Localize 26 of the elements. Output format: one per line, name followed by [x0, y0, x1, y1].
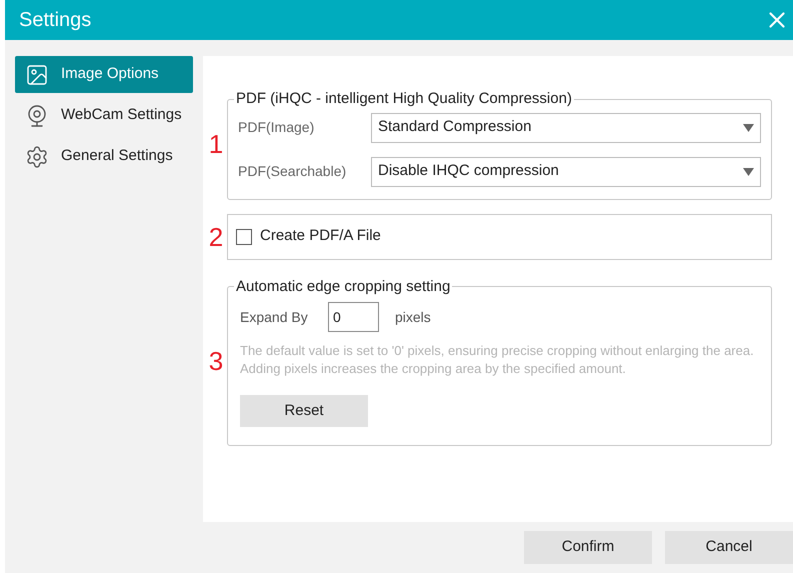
field-label: PDF(Searchable) — [238, 162, 348, 181]
dropdown[interactable]: Disable IHQC compression — [371, 156, 761, 186]
annotation-number: 3 — [208, 348, 224, 374]
checkbox-label: Create PDF/A File — [260, 226, 381, 246]
sidebar-item[interactable]: General Settings — [15, 138, 193, 175]
group-title: Automatic edge cropping setting — [235, 276, 452, 296]
field-label: PDF(Image) — [238, 118, 316, 137]
dialog-button[interactable]: Confirm — [524, 531, 652, 564]
annotation-number: 1 — [208, 130, 224, 157]
dialog-button[interactable]: Cancel — [665, 531, 793, 564]
field-label: Expand By — [240, 308, 309, 327]
settings-icon — [25, 144, 49, 168]
annotation-number: 2 — [208, 224, 224, 250]
help-text: The default value is set to '0' pixels, ensuring precise cropping without enlarging the area. Adding pixels increases the cropping area by the specified amount. — [240, 342, 755, 378]
reset-button[interactable]: Reset — [240, 395, 368, 427]
sidebar-item[interactable]: WebCam Settings — [15, 97, 193, 134]
image-icon — [25, 62, 49, 86]
dropdown-arrow-icon — [743, 168, 754, 176]
group-title: PDF (iHQC - intelligent High Quality Compression) — [235, 89, 573, 109]
unit-label: pixels — [395, 308, 431, 327]
sidebar-item[interactable]: Image Options — [15, 56, 193, 93]
number-field[interactable]: 0 — [328, 302, 379, 332]
checkbox[interactable] — [236, 228, 252, 244]
window-title: Settings — [19, 8, 92, 33]
dropdown[interactable]: Standard Compression — [371, 112, 761, 142]
dropdown-arrow-icon — [743, 124, 754, 132]
